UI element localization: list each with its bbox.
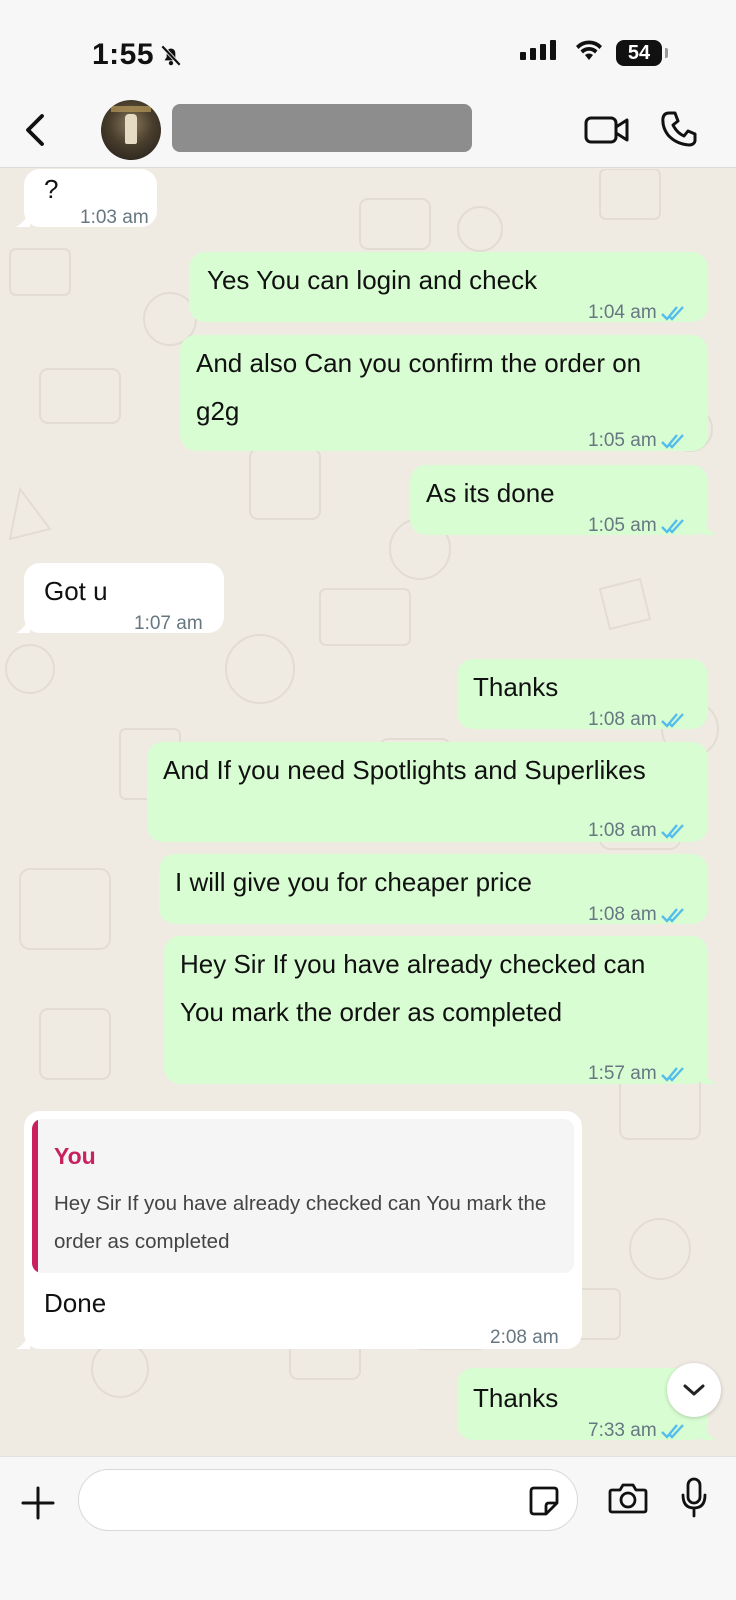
- message-text: I will give you for cheaper price: [175, 867, 532, 897]
- contact-name-redacted[interactable]: [172, 104, 472, 152]
- chat-header: [0, 96, 736, 168]
- quoted-message[interactable]: You Hey Sir If you have already checked …: [32, 1119, 574, 1273]
- message-time: 1:57 am: [588, 1050, 689, 1098]
- message-incoming[interactable]: ? 1:03 am: [16, 169, 157, 228]
- bubble-tail: [702, 519, 716, 535]
- time-text: 1:03 am: [80, 207, 149, 228]
- bubble-tail: [16, 1333, 30, 1349]
- bubble-tail: [16, 211, 30, 227]
- status-time-text: 1:55: [92, 38, 155, 71]
- bubble-tail: [702, 1424, 716, 1440]
- time-text: 2:08 am: [490, 1327, 559, 1348]
- message-time: 1:05 am: [588, 502, 689, 550]
- message-outgoing[interactable]: Thanks 1:08 am: [457, 659, 708, 730]
- chevron-down-icon: [683, 1384, 705, 1396]
- message-outgoing[interactable]: I will give you for cheaper price 1:08 a…: [159, 854, 708, 925]
- microphone-icon[interactable]: [680, 1477, 708, 1519]
- message-outgoing[interactable]: Hey Sir If you have already checked can …: [164, 936, 716, 1084]
- time-text: 1:08 am: [588, 820, 657, 841]
- scroll-to-bottom-button[interactable]: [667, 1363, 721, 1417]
- message-outgoing[interactable]: And also Can you confirm the order on g2…: [180, 335, 708, 451]
- message-time: 1:08 am: [588, 696, 689, 744]
- message-time: 1:04 am: [588, 289, 689, 337]
- message-text: Thanks: [473, 672, 559, 702]
- time-text: 1:05 am: [588, 430, 657, 451]
- message-incoming[interactable]: Got u 1:07 am: [16, 563, 224, 634]
- message-input[interactable]: [78, 1469, 578, 1531]
- battery-level: 54: [627, 41, 651, 64]
- message-text-line1: And also Can you confirm the order on: [196, 348, 642, 378]
- message-time: 1:05 am: [588, 417, 689, 465]
- status-time: 1:55: [92, 38, 184, 72]
- quote-accent-bar: [32, 1119, 38, 1273]
- message-text-line2: g2g: [196, 396, 240, 426]
- message-outgoing[interactable]: As its done 1:05 am: [410, 465, 716, 536]
- read-receipt-icon: [660, 306, 684, 321]
- message-incoming-reply[interactable]: You Hey Sir If you have already checked …: [16, 1111, 582, 1349]
- contact-avatar[interactable]: [101, 100, 161, 160]
- phone-call-icon[interactable]: [660, 110, 698, 148]
- read-receipt-icon: [660, 434, 684, 449]
- video-call-icon[interactable]: [584, 114, 630, 146]
- sticker-icon[interactable]: [528, 1485, 560, 1517]
- time-text: 1:08 am: [588, 709, 657, 730]
- message-time: 7:33 am: [588, 1407, 689, 1455]
- message-text: Got u: [44, 576, 108, 606]
- message-text: ?: [44, 174, 59, 204]
- wifi-icon: [576, 40, 602, 60]
- message-text-line1: Hey Sir If you have already checked can: [180, 949, 646, 979]
- message-time: 2:08 am: [490, 1314, 559, 1362]
- message-time: 1:08 am: [588, 807, 689, 855]
- message-composer: [0, 1456, 736, 1600]
- quoted-author: You: [54, 1143, 96, 1169]
- read-receipt-icon: [660, 713, 684, 728]
- read-receipt-icon: [660, 1424, 684, 1439]
- message-time: 1:07 am: [134, 600, 203, 648]
- time-text: 1:07 am: [134, 613, 203, 634]
- time-text: 1:05 am: [588, 515, 657, 536]
- read-receipt-icon: [660, 1067, 684, 1082]
- read-receipt-icon: [660, 824, 684, 839]
- message-text-line2: You mark the order as completed: [180, 997, 563, 1027]
- time-text: 1:08 am: [588, 904, 657, 925]
- bell-off-icon: [160, 45, 182, 67]
- time-text: 7:33 am: [588, 1420, 657, 1441]
- message-text: And If you need Spotlights and Superlike…: [163, 755, 646, 785]
- time-text: 1:57 am: [588, 1063, 657, 1084]
- message-outgoing[interactable]: Yes You can login and check 1:04 am: [189, 252, 708, 323]
- message-text: As its done: [426, 478, 555, 508]
- back-chevron-icon[interactable]: [18, 110, 52, 150]
- time-text: 1:04 am: [588, 302, 657, 323]
- read-receipt-icon: [660, 908, 684, 923]
- status-bar: 1:55 54: [0, 0, 736, 96]
- message-outgoing[interactable]: And If you need Spotlights and Superlike…: [147, 742, 708, 842]
- camera-icon[interactable]: [608, 1481, 648, 1515]
- read-receipt-icon: [660, 519, 684, 534]
- message-list[interactable]: ? 1:03 am Yes You can login and check 1:…: [0, 169, 736, 1456]
- bubble-tail: [702, 1068, 716, 1084]
- cellular-signal-icon: [520, 40, 556, 60]
- quoted-text: Hey Sir If you have already checked can …: [54, 1192, 547, 1253]
- message-time: 1:03 am: [80, 194, 149, 242]
- battery-indicator: 54: [616, 40, 668, 66]
- bubble-tail: [16, 617, 30, 633]
- message-text: Yes You can login and check: [207, 265, 538, 295]
- plus-icon[interactable]: [20, 1485, 56, 1521]
- message-time: 1:08 am: [588, 891, 689, 939]
- message-text: Done: [44, 1288, 107, 1318]
- message-text: Thanks: [473, 1383, 559, 1413]
